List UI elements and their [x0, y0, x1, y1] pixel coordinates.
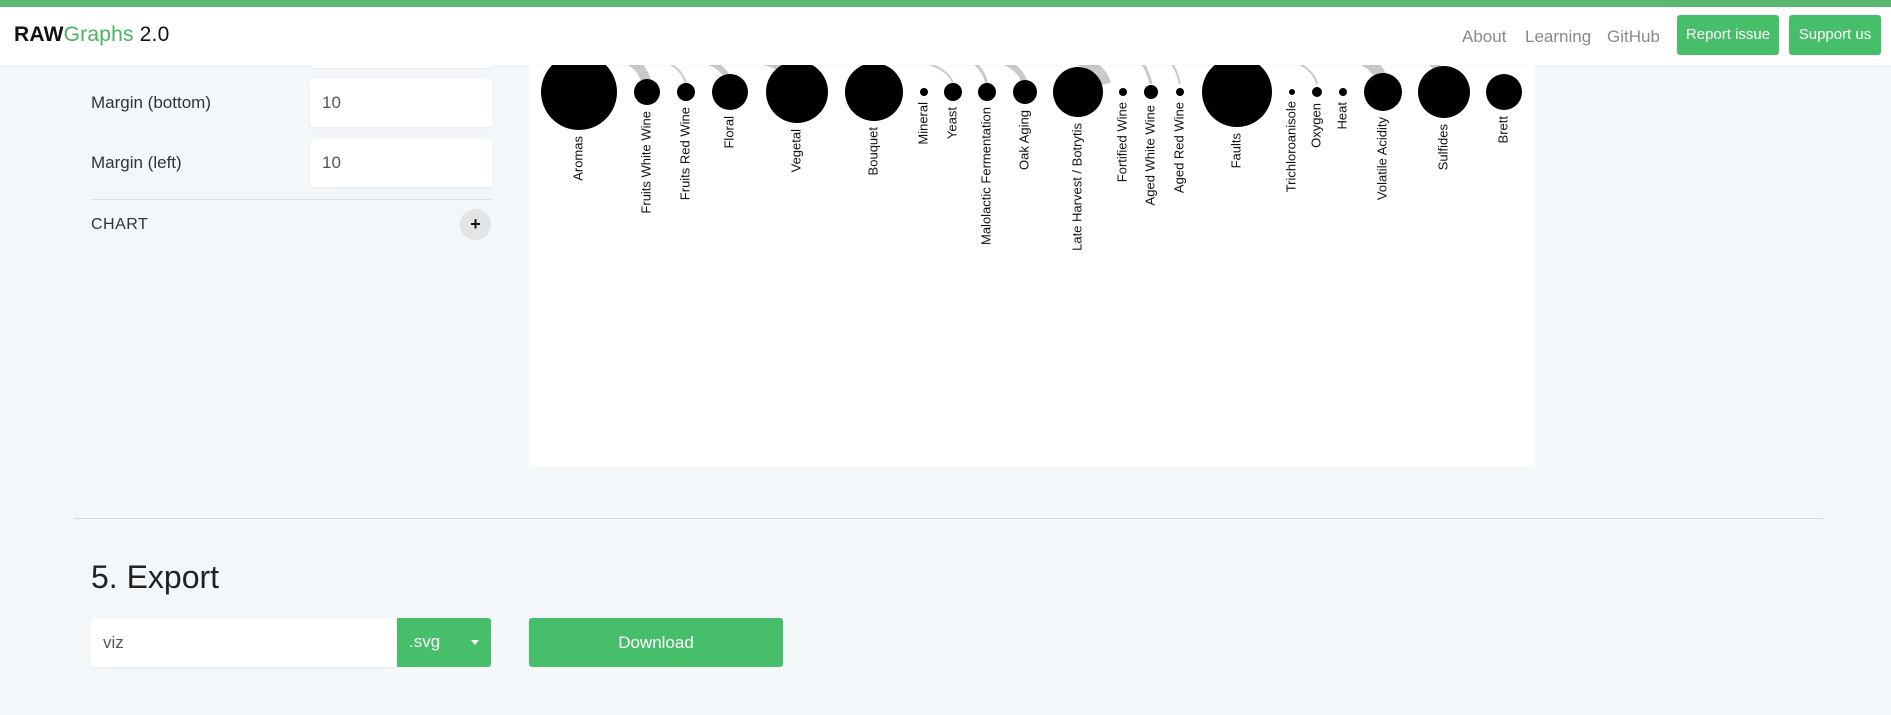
bubble-label: Aged White Wine	[1142, 105, 1157, 205]
bubble-label: Fruits White Wine	[638, 111, 653, 214]
bubble-label: Brett	[1495, 116, 1510, 144]
download-button[interactable]: Download	[529, 618, 783, 667]
bubble-node	[1053, 67, 1103, 117]
margin-bottom-input[interactable]: 10	[310, 79, 492, 127]
chevron-down-icon	[471, 640, 479, 645]
bubble-node	[1339, 88, 1347, 96]
chart-canvas: Aromas Fruits White Wine Fruits Red Wine Fl…	[529, 54, 1535, 467]
nav-link-about[interactable]: About	[1462, 27, 1506, 47]
bubble-label: Yeast	[944, 107, 959, 139]
link-arc	[1168, 59, 1181, 85]
brand-graphs: Graphs	[63, 23, 134, 46]
export-section-title: 5. Export	[91, 559, 220, 595]
bubble-node	[920, 88, 928, 96]
export-format-dropdown[interactable]: .svg	[397, 618, 491, 667]
bubble-node	[1289, 89, 1295, 95]
brand-raw: RAW	[14, 23, 64, 46]
export-format-value: .svg	[409, 632, 441, 651]
bubble-node	[1144, 85, 1158, 99]
bubble-node	[1486, 74, 1522, 110]
nav-link-learning[interactable]: Learning	[1525, 27, 1591, 47]
link-arc	[1288, 59, 1318, 85]
nav-link-github[interactable]: GitHub	[1607, 27, 1660, 47]
bubble-node	[1364, 73, 1402, 111]
bubble-label: Floral	[721, 116, 736, 149]
expand-chart-options-button[interactable]: +	[460, 209, 491, 240]
bubble-node	[541, 54, 617, 130]
bubble-node	[712, 74, 748, 110]
bubble-label: Sulfides	[1435, 124, 1450, 171]
bubble-node	[1202, 57, 1272, 127]
bubble-label: Late Harvest / Botrytis	[1069, 123, 1084, 251]
support-us-button[interactable]: Support us	[1789, 15, 1881, 55]
link-arc	[1137, 58, 1153, 85]
bubble-label: Oxygen	[1308, 103, 1323, 148]
bubble-node	[1312, 87, 1322, 97]
bubble-chart: Aromas Fruits White Wine Fruits Red Wine Fl…	[541, 54, 1522, 251]
bubble-label: Aromas	[570, 136, 585, 181]
section-divider	[74, 518, 1823, 519]
link-arc	[913, 59, 954, 85]
navbar: RAWGraphs 2.0 About Learning GitHub Repor…	[0, 7, 1891, 65]
bubble-label: Fruits Red Wine	[677, 107, 692, 200]
bubble-label: Trichloroanisole	[1283, 101, 1298, 192]
bubble-node	[766, 61, 828, 123]
bubble-node	[845, 63, 903, 121]
margin-left-input[interactable]: 10	[310, 139, 492, 187]
option-margin-left: Margin (left) 10	[91, 139, 492, 189]
bubble-label: Fortified Wine	[1114, 102, 1129, 182]
bubble-node	[1119, 88, 1127, 96]
chart-section-title[interactable]: CHART	[91, 216, 148, 234]
link-arc	[968, 58, 989, 85]
bubble-label: Heat	[1334, 102, 1349, 130]
bubble-label: Bouquet	[865, 127, 880, 176]
option-margin-bottom: Margin (bottom) 10	[91, 79, 492, 129]
margin-left-label: Margin (left)	[91, 153, 182, 172]
panel-divider	[91, 199, 491, 200]
brand-logo[interactable]: RAWGraphs 2.0	[14, 23, 169, 47]
bubble-label: Faults	[1228, 133, 1243, 169]
bubble-node	[944, 83, 962, 101]
top-accent-bar	[0, 0, 1891, 7]
brand-version: 2.0	[139, 23, 170, 46]
bubble-label: Volatile Acidity	[1374, 117, 1389, 201]
link-arc	[660, 59, 687, 85]
bubble-node	[634, 79, 660, 105]
bubble-label: Malolactic Fermentation	[978, 107, 993, 245]
bubble-node	[1013, 80, 1037, 104]
bubble-label: Aged Red Wine	[1171, 102, 1186, 193]
margin-bottom-label: Margin (bottom)	[91, 93, 211, 112]
export-filename-input[interactable]: viz	[91, 618, 397, 667]
bubble-node	[1418, 66, 1470, 118]
report-issue-button[interactable]: Report issue	[1677, 15, 1779, 55]
bubble-label: Vegetal	[788, 129, 803, 172]
bubble-node	[677, 83, 695, 101]
bubble-label: Oak Aging	[1016, 110, 1031, 170]
bubble-label: Mineral	[915, 102, 930, 145]
bubble-node	[1176, 88, 1184, 96]
bubble-node	[978, 83, 996, 101]
